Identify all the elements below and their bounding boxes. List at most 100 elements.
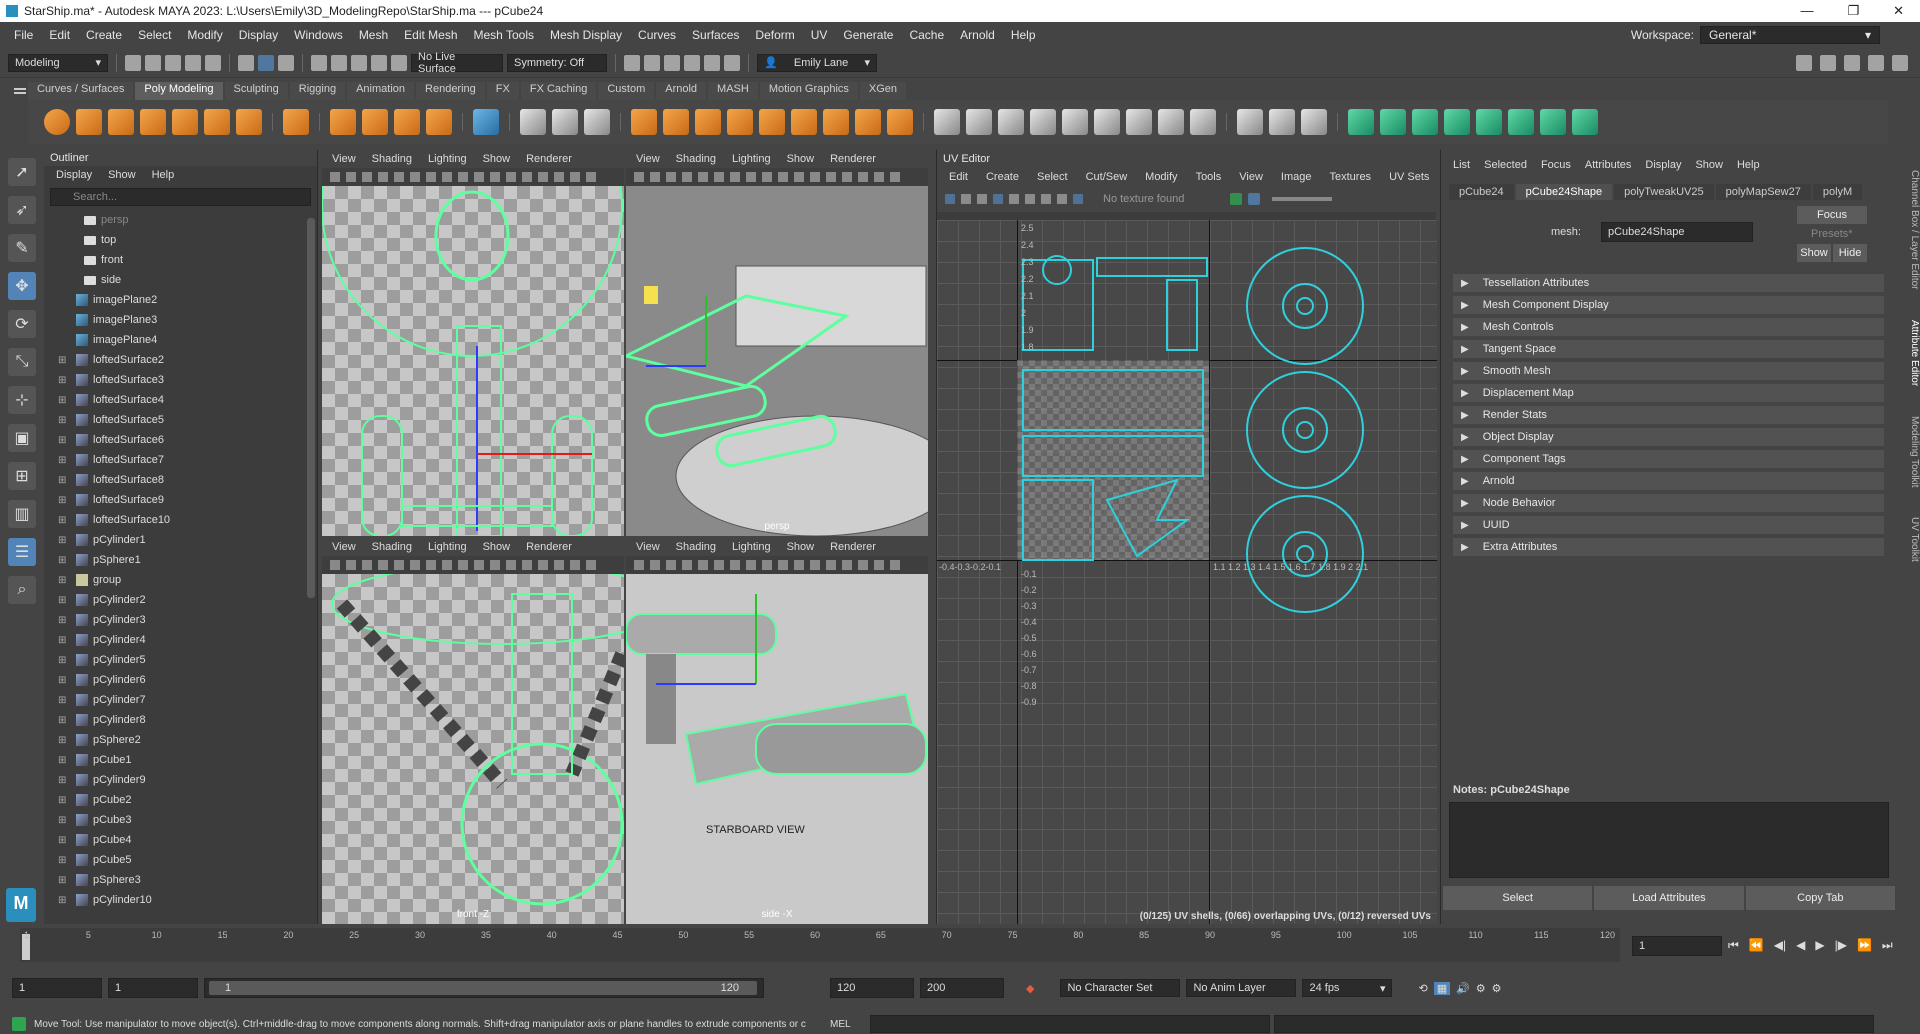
spherical-map-icon[interactable]	[1412, 109, 1438, 135]
outliner-item[interactable]: ⊞ pCylinder5	[44, 650, 305, 670]
open-scene-icon[interactable]	[145, 54, 161, 71]
outliner-menu-help[interactable]: Help	[152, 169, 175, 181]
multi-cut-icon[interactable]	[1237, 109, 1263, 135]
menu-select[interactable]: Select	[130, 28, 179, 42]
uv-menu-tools[interactable]: Tools	[1196, 171, 1222, 183]
render-settings-icon[interactable]	[684, 54, 700, 71]
render-frame-icon[interactable]	[644, 54, 660, 71]
outliner-item[interactable]: ⊞ pCube3	[44, 810, 305, 830]
expand-icon[interactable]: ⊞	[58, 555, 68, 566]
play-forward-icon[interactable]: ▶	[1815, 938, 1824, 953]
outliner-item[interactable]: ⊞ group	[44, 570, 305, 590]
merge-vertex-icon[interactable]	[1094, 109, 1120, 135]
type-tool-icon[interactable]	[394, 109, 420, 135]
outliner-item[interactable]: ⊞ loftedSurface3	[44, 370, 305, 390]
uv-canvas[interactable]: 2.5 2.4 2.3 2.2 2.1 2 1.9 1.8 -0.1 -0.2 -0.3 -0.4-…	[937, 220, 1437, 924]
viewport-front[interactable]: View Shading Lighting Show Renderer fron…	[322, 538, 624, 924]
vp-menu-show[interactable]: Show	[483, 541, 511, 553]
menu-mesh-tools[interactable]: Mesh Tools	[466, 28, 542, 42]
snap-together-icon[interactable]	[552, 109, 578, 135]
copy-tab-button[interactable]: Copy Tab	[1745, 886, 1895, 910]
expand-icon[interactable]: ⊞	[58, 775, 68, 786]
command-language-label[interactable]: MEL	[830, 1019, 870, 1030]
expand-icon[interactable]: ⊞	[58, 855, 68, 866]
outliner-item[interactable]: imagePlane3	[44, 310, 305, 330]
outliner-item[interactable]: ⊞ pCylinder6	[44, 670, 305, 690]
shelf-tab-poly-modeling[interactable]: Poly Modeling	[135, 82, 223, 100]
outliner-item[interactable]: ⊞ pCylinder2	[44, 590, 305, 610]
range-handle-bar[interactable]	[209, 981, 757, 995]
workspace-dropdown[interactable]: General* ▾	[1700, 26, 1880, 44]
anim-preferences-icon[interactable]: ⚙	[1476, 982, 1486, 995]
poly-sphere-icon[interactable]	[44, 109, 70, 135]
step-forward-key-icon[interactable]: ⏩	[1857, 938, 1872, 953]
go-to-end-icon[interactable]: ⏭	[1882, 938, 1893, 953]
ipr-render-icon[interactable]	[664, 54, 680, 71]
anim-prefs-icon[interactable]: ▦	[1433, 981, 1451, 995]
expand-icon[interactable]: ⊞	[58, 735, 68, 746]
outliner-item[interactable]: ⊞ loftedSurface9	[44, 490, 305, 510]
command-line-input[interactable]	[870, 1015, 1270, 1033]
poly-plane-icon[interactable]	[204, 109, 230, 135]
expand-icon[interactable]: ⊞	[58, 475, 68, 486]
ae-menu-selected[interactable]: Selected	[1484, 159, 1527, 171]
menu-create[interactable]: Create	[78, 28, 130, 42]
expand-icon[interactable]: ⊞	[58, 395, 68, 406]
vp-menu-shading[interactable]: Shading	[372, 541, 412, 553]
four-view-layout-icon[interactable]: ⊞	[8, 462, 36, 490]
viewport-persp[interactable]: View Shading Lighting Show Renderer pers…	[626, 150, 928, 536]
audio-icon[interactable]: 🔊	[1456, 982, 1470, 995]
boolean-union-icon[interactable]	[727, 109, 753, 135]
shelf-tab-fx[interactable]: FX	[486, 82, 519, 100]
presets-button[interactable]: Presets*	[1811, 228, 1853, 240]
ae-section-header[interactable]: ▶ Extra Attributes	[1453, 538, 1884, 556]
single-perspective-layout-icon[interactable]: ▣	[8, 424, 36, 452]
menu-windows[interactable]: Windows	[286, 28, 351, 42]
automatic-map-icon[interactable]	[1444, 109, 1470, 135]
vp-menu-lighting[interactable]: Lighting	[732, 541, 771, 553]
scene-end-field[interactable]: 200	[920, 978, 1004, 998]
shelf-tab-sculpting[interactable]: Sculpting	[224, 82, 288, 100]
character-set-dropdown[interactable]: No Character Set	[1060, 979, 1181, 997]
uv-menu-textures[interactable]: Textures	[1329, 171, 1371, 183]
offset-edge-loop-icon[interactable]	[1301, 109, 1327, 135]
vp-menu-lighting[interactable]: Lighting	[732, 153, 771, 165]
smooth-icon[interactable]	[695, 109, 721, 135]
ae-menu-help[interactable]: Help	[1737, 159, 1760, 171]
shelf-tab-motion-graphics[interactable]: Motion Graphics	[759, 82, 858, 100]
modeling-toolkit-icon[interactable]	[1796, 54, 1812, 71]
step-back-frame-icon[interactable]: ◀|	[1774, 938, 1786, 953]
expand-icon[interactable]: ⊞	[58, 795, 68, 806]
vp-menu-renderer[interactable]: Renderer	[526, 153, 572, 165]
alpha-channel-icon[interactable]	[1248, 193, 1261, 205]
rotate-tool-icon[interactable]: ⟳	[8, 310, 36, 338]
range-slider[interactable]: 1 120	[204, 978, 764, 998]
menu-help[interactable]: Help	[1003, 28, 1044, 42]
expand-icon[interactable]: ⊞	[58, 755, 68, 766]
ae-section-header[interactable]: ▶ Render Stats	[1453, 406, 1884, 424]
poly-cylinder-icon[interactable]	[108, 109, 134, 135]
ae-menu-list[interactable]: List	[1453, 159, 1470, 171]
mirror-icon[interactable]	[823, 109, 849, 135]
time-slider[interactable]: 1 5 10 15 20 25 30 35 40 45 50 55 60 65 70 75 80 85 90 95 10…	[0, 928, 1920, 962]
vp-menu-show[interactable]: Show	[787, 541, 815, 553]
outliner-item[interactable]: ⊞ pCylinder7	[44, 690, 305, 710]
vp-menu-shading[interactable]: Shading	[372, 153, 412, 165]
outliner-item[interactable]: ⊞ loftedSurface6	[44, 430, 305, 450]
expand-icon[interactable]: ⊞	[58, 875, 68, 886]
menu-file[interactable]: File	[6, 28, 41, 42]
vp-menu-renderer[interactable]: Renderer	[830, 541, 876, 553]
ae-section-header[interactable]: ▶ Component Tags	[1453, 450, 1884, 468]
poly-torus-icon[interactable]	[172, 109, 198, 135]
ae-menu-attributes[interactable]: Attributes	[1585, 159, 1631, 171]
retopo-icon[interactable]	[887, 109, 913, 135]
remesh-icon[interactable]	[855, 109, 881, 135]
redo-icon[interactable]	[205, 54, 221, 71]
shelf-tab-fx-caching[interactable]: FX Caching	[520, 82, 597, 100]
expand-icon[interactable]: ⊞	[58, 715, 68, 726]
boolean-intersect-icon[interactable]	[791, 109, 817, 135]
viewport-side[interactable]: View Shading Lighting Show Renderer STAR…	[626, 538, 928, 924]
vp-menu-shading[interactable]: Shading	[676, 153, 716, 165]
outliner-item[interactable]: ⊞ loftedSurface2	[44, 350, 305, 370]
outliner-item[interactable]: ⊞ pCylinder3	[44, 610, 305, 630]
